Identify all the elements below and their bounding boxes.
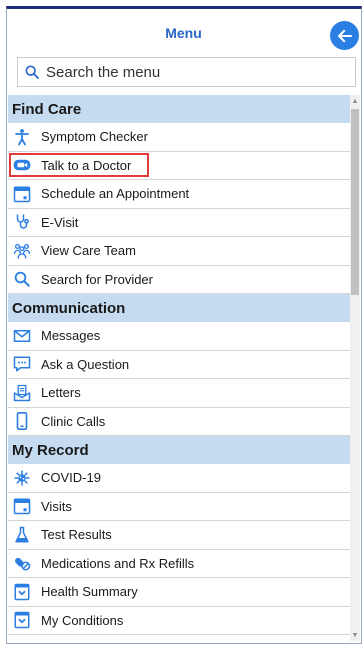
menu-item-label: Ask a Question [41,356,130,372]
menu-item-schedule-an-appointment[interactable]: Schedule an Appointment [8,180,350,209]
menu-item-label: Clinic Calls [41,413,106,429]
menu-item-label: Test Results [41,527,112,543]
menu-item-label: Symptom Checker [41,129,148,145]
menu-item-label: COVID-19 [41,470,101,486]
menu-item-my-conditions[interactable]: My Conditions [8,606,350,635]
section-header-find-care: Find Care [8,95,350,123]
page-title: Menu [165,25,202,41]
menu-item-label: Medications and Rx Refills [41,555,195,571]
search-placeholder: Search the menu [46,63,161,81]
search-input[interactable]: Search the menu [17,57,356,87]
person-icon [12,127,32,147]
flask-icon [12,525,32,545]
search-icon [12,269,32,289]
scrollbar[interactable]: ▲ ▼ [350,95,360,641]
menu-item-label: Talk to a Doctor [41,157,132,173]
calendar-icon [12,184,32,204]
envelope-icon [12,326,32,346]
virus-icon [12,468,32,488]
menu-item-messages[interactable]: Messages [8,322,350,351]
menu-item-e-visit[interactable]: E-Visit [8,208,350,237]
menu-item-label: View Care Team [41,243,136,259]
scroll-thumb[interactable] [351,109,359,295]
menu-item-ask-a-question[interactable]: Ask a Question [8,350,350,379]
chat-icon [12,354,32,374]
menu-item-search-for-provider[interactable]: Search for Provider [8,265,350,294]
calendar-icon [12,496,32,516]
menu-item-covid-19[interactable]: COVID-19 [8,464,350,493]
menu-panel: Menu Search the menu Find Care Symptom Ch… [0,0,364,648]
menu-item-label: Health Summary [41,584,138,600]
menu-item-view-care-team[interactable]: View Care Team [8,237,350,266]
video-icon [12,155,32,175]
summary-icon [12,582,32,602]
menu-item-medications-and-rx-refills[interactable]: Medications and Rx Refills [8,549,350,578]
menu-item-talk-to-a-doctor[interactable]: Talk to a Doctor [8,151,350,180]
menu-item-visits[interactable]: Visits [8,492,350,521]
menu-item-letters[interactable]: Letters [8,379,350,408]
arrow-left-icon [337,29,352,42]
menu-item-label: E-Visit [41,214,79,230]
letter-icon [12,383,32,403]
phone-icon [12,411,32,431]
team-icon [12,241,32,261]
section-header-my-record: My Record [8,436,350,464]
back-button[interactable] [330,21,359,50]
menu-item-label: Search for Provider [41,271,153,287]
section-header-communication: Communication [8,294,350,322]
search-icon [25,65,39,79]
conditions-icon [12,610,32,630]
menu-item-label: Messages [41,328,101,344]
menu-list: Find Care Symptom Checker Talk to a Doctor… [8,95,350,643]
menu-item-clinic-calls[interactable]: Clinic Calls [8,407,350,436]
pills-icon [12,553,32,573]
menu-item-label: Visits [41,498,72,514]
menu-item-label: Schedule an Appointment [41,186,190,202]
menu-item-label: My Conditions [41,612,124,628]
scroll-down-arrow[interactable]: ▼ [350,629,360,641]
menu-item-test-results[interactable]: Test Results [8,521,350,550]
scroll-up-arrow[interactable]: ▲ [350,95,360,107]
menu-item-health-summary[interactable]: Health Summary [8,578,350,607]
stethoscope-icon [12,212,32,232]
menu-item-symptom-checker[interactable]: Symptom Checker [8,123,350,152]
menu-header: Menu [7,9,360,51]
menu-item-label: Letters [41,385,81,401]
